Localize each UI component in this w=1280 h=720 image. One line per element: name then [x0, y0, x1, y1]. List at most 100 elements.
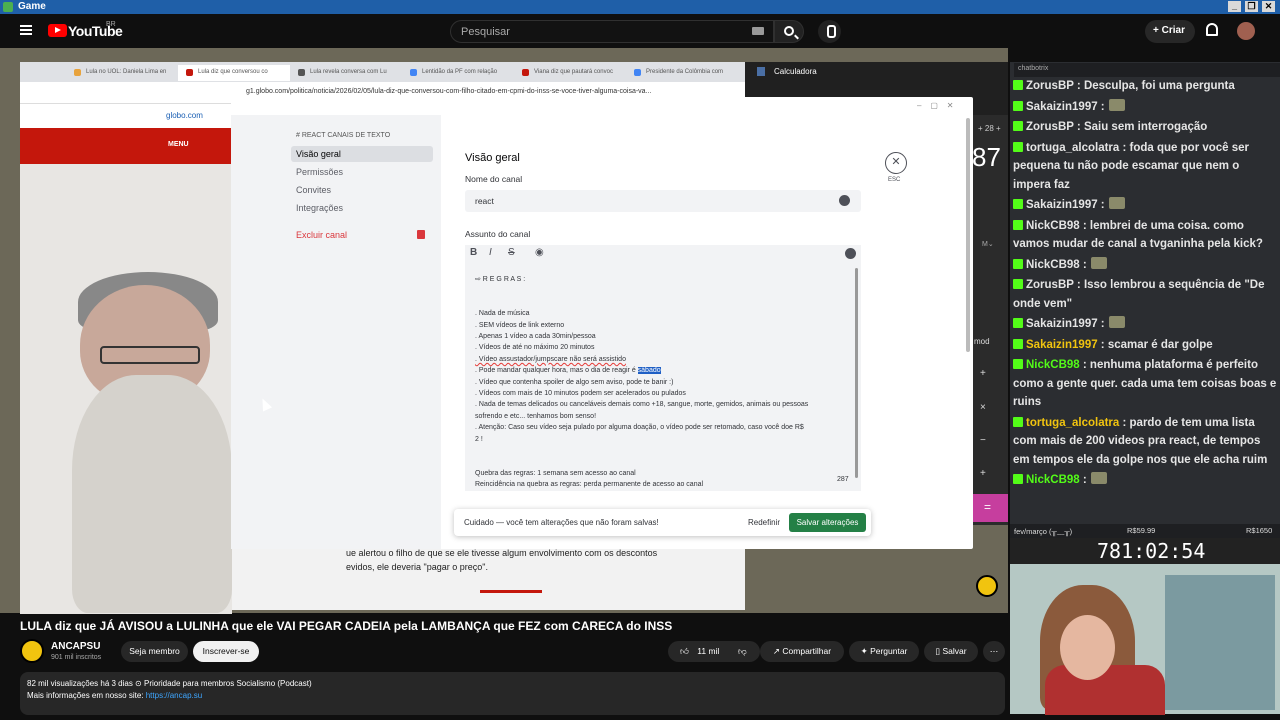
voice-search-icon[interactable]: [818, 20, 841, 43]
browser-tab[interactable]: Viana diz que pautará convoc: [514, 65, 626, 81]
share-button[interactable]: ↗ Compartilhar: [760, 641, 844, 662]
stream-goal: R$59.99: [1127, 526, 1156, 535]
strikethrough-button[interactable]: S: [508, 247, 515, 258]
browser-tab[interactable]: Lula no UOL: Daniela Lima en: [66, 65, 178, 81]
site-name[interactable]: globo.com: [166, 111, 203, 120]
emote-icon: [1090, 472, 1107, 484]
kick-badge-icon: [1013, 80, 1023, 90]
like-button[interactable]: 👍︎ 11 mil 👎︎: [668, 641, 760, 662]
plus-key[interactable]: +: [980, 468, 986, 479]
equals-key[interactable]: =: [972, 494, 1008, 522]
chat-username[interactable]: Sakaizin1997: [1026, 339, 1098, 351]
chat-username[interactable]: tortuga_alcolatra: [1026, 142, 1119, 154]
bold-button[interactable]: B: [470, 247, 477, 258]
kick-badge-icon: [1013, 141, 1023, 152]
browser-tab-active[interactable]: Lula diz que conversou co: [178, 65, 290, 81]
emoji-icon[interactable]: [845, 248, 856, 259]
channel-avatar[interactable]: [20, 639, 44, 663]
save-video-button[interactable]: ▯ Salvar: [924, 641, 978, 662]
topic-line: sofrendo e etc... tenhamos bom senso!: [475, 412, 597, 420]
browser-tab[interactable]: Lentidão da PF com relação: [402, 65, 514, 81]
stream-month: fev/março (╥﹏╥): [1014, 527, 1073, 536]
ask-button[interactable]: ✦ Perguntar: [849, 641, 919, 662]
create-label: Criar: [1161, 25, 1185, 36]
youtube-header: YouTube BR Pesquisar + Criar: [0, 14, 1280, 48]
italic-button[interactable]: I: [489, 247, 492, 258]
join-button[interactable]: Seja membro: [121, 641, 188, 662]
maximize-button[interactable]: ❐: [1245, 1, 1258, 12]
textarea-scrollbar[interactable]: [855, 268, 858, 478]
youtube-logo-icon[interactable]: [48, 24, 67, 37]
more-icon[interactable]: ⋯: [983, 641, 1005, 662]
site-menu-button[interactable]: MENU: [168, 141, 189, 148]
browser-tab[interactable]: Presidente da Colômbia com: [626, 65, 738, 81]
calculator-title: Calculadora: [774, 67, 817, 76]
kick-badge-icon: [1013, 100, 1023, 111]
spoiler-button[interactable]: ◉: [535, 247, 544, 258]
minimize-button[interactable]: _: [1228, 1, 1241, 12]
chat-username[interactable]: Sakaizin1997: [1026, 318, 1098, 330]
sidebar-item-permissions[interactable]: Permissões: [291, 164, 433, 180]
subscribe-button[interactable]: Inscrever-se: [193, 641, 259, 662]
chat-message: ZorusBP : Isso lembrou a sequência de "D…: [1013, 276, 1278, 313]
search-button[interactable]: [774, 20, 804, 43]
thumbs-down-icon[interactable]: 👎︎: [738, 641, 747, 662]
notifications-icon[interactable]: [1206, 23, 1218, 36]
chat-username[interactable]: NickCB98: [1026, 259, 1080, 271]
sidebar-item-overview[interactable]: Visão geral: [291, 146, 433, 162]
kick-badge-icon: [1013, 416, 1023, 427]
sidebar-item-integrations[interactable]: Integrações: [291, 200, 433, 216]
favicon-icon: [410, 69, 417, 76]
person-glasses: [100, 346, 200, 364]
game-icon: [3, 2, 13, 12]
topic-line: . Atenção: Caso seu vídeo seja pulado po…: [475, 424, 804, 432]
search-input[interactable]: Pesquisar: [450, 20, 774, 43]
game-title-bar: Game _ ❐ ✕: [0, 0, 1280, 14]
topic-line: 2 !: [475, 435, 483, 443]
channel-name-input[interactable]: react: [465, 190, 861, 212]
game-title: Game: [18, 1, 46, 12]
browser-url[interactable]: g1.globo.com/politica/noticia/2026/02/05…: [246, 88, 651, 95]
emote-icon: [1108, 197, 1125, 209]
modal-scrollbar[interactable]: [966, 118, 970, 352]
window-controls[interactable]: – ▢ ✕: [917, 101, 954, 110]
topic-text[interactable]: ⇨ R E G R A S : . Nada de música . SEM v…: [475, 274, 853, 491]
trash-icon[interactable]: [417, 230, 425, 239]
delete-channel-button[interactable]: Excluir canal: [291, 227, 433, 243]
chat-username[interactable]: NickCB98: [1026, 474, 1080, 486]
close-icon[interactable]: ✕: [885, 152, 907, 174]
save-changes-button[interactable]: Salvar alterações: [789, 513, 866, 532]
menu-icon[interactable]: [20, 25, 32, 35]
topic-line: Reincidência na quebra as regras: perda …: [475, 481, 704, 489]
chat-username[interactable]: ZorusBP: [1026, 121, 1074, 133]
article-text: ue alertou o filho de que se ele tivesse…: [346, 548, 658, 572]
avatar[interactable]: [1237, 22, 1255, 40]
description-link[interactable]: https://ancap.su: [146, 691, 202, 700]
kick-badge-icon: [1013, 338, 1023, 349]
channel-watermark-icon: [976, 575, 998, 597]
minus-key[interactable]: −: [980, 435, 986, 446]
chat-username[interactable]: Sakaizin1997: [1026, 101, 1098, 113]
chat-username[interactable]: ZorusBP: [1026, 80, 1074, 92]
sidebar-item-invites[interactable]: Convites: [291, 182, 433, 198]
plus-minus-key[interactable]: +: [980, 368, 986, 379]
kick-badge-icon: [1013, 318, 1023, 328]
keyboard-icon[interactable]: [752, 27, 764, 35]
channel-name[interactable]: ANCAPSU: [51, 641, 100, 652]
chat-username[interactable]: Sakaizin1997: [1026, 199, 1098, 211]
chat-username[interactable]: tortuga_alcolatra: [1026, 417, 1119, 429]
memory-key[interactable]: M⌄: [982, 240, 994, 248]
browser-tab[interactable]: Lula revela conversa com Lu: [290, 65, 402, 81]
mod-key[interactable]: mod: [974, 337, 990, 346]
reset-button[interactable]: Redefinir: [748, 518, 780, 527]
chat-message: NickCB98 :: [1013, 256, 1278, 275]
close-button[interactable]: ✕: [1262, 1, 1275, 12]
chat-text: :: [1097, 100, 1105, 113]
emoji-icon[interactable]: [839, 195, 850, 206]
multiply-key[interactable]: ×: [980, 402, 986, 413]
chat-username[interactable]: NickCB98: [1026, 220, 1080, 232]
chat-username[interactable]: NickCB98: [1026, 359, 1080, 371]
chat-text: :: [1097, 318, 1105, 330]
chat-username[interactable]: ZorusBP: [1026, 279, 1074, 291]
create-button[interactable]: + Criar: [1145, 20, 1195, 43]
